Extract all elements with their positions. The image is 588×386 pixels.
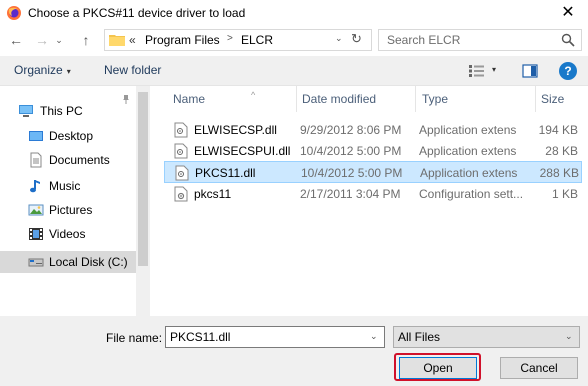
folder-icon: [109, 35, 125, 46]
file-size: 28 KB: [545, 144, 578, 158]
firefox-icon: [7, 6, 21, 20]
dll-file-icon: [175, 165, 189, 181]
column-divider[interactable]: [535, 86, 536, 112]
file-type: Configuration sett...: [419, 187, 524, 201]
back-button[interactable]: ←: [6, 30, 26, 50]
chevron-down-icon[interactable]: ⌄: [335, 33, 343, 44]
file-type: Application extens: [419, 144, 517, 158]
sidebar-item-label: Desktop: [49, 129, 94, 143]
file-type: Application extens: [419, 123, 517, 137]
dll-file-icon: [174, 122, 188, 138]
file-size: 194 KB: [538, 123, 578, 137]
close-button[interactable]: ✕: [548, 0, 588, 26]
navigation-bar: ← → ⌄ ↑ « Program Files > ELCR ⌄ ↻ Searc…: [0, 26, 588, 56]
organize-button[interactable]: Organize ▾: [14, 63, 71, 77]
file-name-label: File name:: [106, 331, 163, 345]
file-row-selected[interactable]: PKCS11.dll 10/4/2012 5:00 PM Application…: [164, 161, 582, 183]
view-options-icon[interactable]: [468, 64, 486, 78]
file-date: 10/4/2012 5:00 PM: [300, 144, 402, 158]
file-list: Name ^ Date modified Type Size ELWISECSP.…: [150, 86, 588, 316]
file-size: 288 KB: [539, 166, 579, 180]
chevron-down-icon[interactable]: ⌄: [370, 331, 378, 342]
file-date: 9/29/2012 8:06 PM: [300, 123, 402, 137]
view-dropdown-icon[interactable]: ▾: [492, 65, 496, 74]
sidebar-item-label: Videos: [49, 227, 86, 241]
sidebar-item-documents[interactable]: Documents: [0, 149, 136, 171]
breadcrumb-program-files[interactable]: Program Files: [145, 33, 220, 47]
file-row[interactable]: pkcs11 2/17/2011 3:04 PM Configuration s…: [164, 183, 582, 205]
file-size: 1 KB: [551, 187, 578, 201]
sort-ascending-icon: ^: [251, 90, 256, 100]
column-divider[interactable]: [296, 86, 297, 112]
sidebar-scrollbar[interactable]: [136, 86, 150, 316]
preview-pane-icon[interactable]: [522, 63, 538, 79]
sidebar-item-pictures[interactable]: Pictures: [0, 199, 136, 221]
open-button[interactable]: Open: [399, 357, 477, 379]
search-icon: [561, 33, 575, 47]
sidebar-item-label: This PC: [40, 104, 83, 118]
refresh-icon[interactable]: ↻: [351, 31, 362, 47]
file-date: 10/4/2012 5:00 PM: [301, 166, 403, 180]
file-type-select[interactable]: All Files ⌄: [393, 326, 580, 348]
file-name: PKCS11.dll: [195, 166, 256, 180]
file-row[interactable]: ELWISECSP.dll 9/29/2012 8:06 PM Applicat…: [164, 119, 582, 141]
breadcrumb-elcr[interactable]: ELCR: [241, 33, 273, 47]
column-label: Name: [173, 92, 206, 106]
file-row[interactable]: ELWISECSPUI.dll 10/4/2012 5:00 PM Applic…: [164, 140, 582, 162]
drive-icon: [28, 258, 44, 267]
sidebar-item-label: Documents: [49, 153, 110, 167]
search-box[interactable]: Search ELCR: [378, 29, 582, 51]
command-bar: Organize ▾ New folder ▾ ?: [0, 56, 588, 86]
pictures-folder-icon: [28, 204, 44, 216]
music-icon: [30, 180, 40, 193]
dll-file-icon: [174, 143, 188, 159]
recent-locations-button[interactable]: ⌄: [52, 30, 66, 50]
window-title: Choose a PKCS#11 device driver to load: [28, 6, 246, 20]
file-name-value[interactable]: PKCS11.dll: [170, 330, 230, 344]
sidebar-item-music[interactable]: Music: [0, 175, 136, 197]
column-header-date-modified[interactable]: Date modified: [302, 92, 376, 106]
organize-label: Organize: [14, 63, 63, 77]
config-file-icon: [174, 186, 188, 202]
file-date: 2/17/2011 3:04 PM: [300, 187, 401, 201]
file-type-value: All Files: [398, 330, 441, 344]
sidebar-item-local-disk[interactable]: Local Disk (C:): [0, 251, 136, 273]
breadcrumb-overflow[interactable]: «: [129, 33, 136, 47]
scrollbar-thumb[interactable]: [138, 92, 148, 266]
caret-down-icon: ▾: [66, 67, 71, 76]
file-name: ELWISECSP.dll: [194, 123, 277, 137]
cancel-button[interactable]: Cancel: [500, 357, 578, 379]
column-header-type[interactable]: Type: [422, 92, 448, 106]
videos-folder-icon: [29, 228, 43, 240]
sidebar-item-label: Music: [49, 179, 81, 193]
pc-icon: [19, 105, 33, 117]
search-input[interactable]: Search ELCR: [387, 33, 460, 47]
address-bar[interactable]: « Program Files > ELCR ⌄ ↻: [104, 29, 372, 51]
file-type: Application extens: [420, 166, 518, 180]
file-name: pkcs11: [194, 187, 232, 201]
file-name: ELWISECSPUI.dll: [194, 144, 291, 158]
file-name-field[interactable]: PKCS11.dll ⌄: [165, 326, 385, 348]
navigation-pane: This PC Desktop Documents Music Pictures: [0, 86, 150, 316]
sidebar-item-this-pc[interactable]: This PC: [0, 100, 136, 122]
dialog-footer: File name: PKCS11.dll ⌄ All Files ⌄ Open…: [0, 316, 588, 386]
desktop-folder-icon: [29, 131, 43, 141]
sidebar-item-label: Local Disk (C:): [49, 255, 128, 269]
column-header-name[interactable]: Name ^: [173, 90, 255, 106]
breadcrumb-separator[interactable]: >: [227, 33, 233, 44]
sidebar-item-videos[interactable]: Videos: [0, 223, 136, 245]
column-header-size[interactable]: Size: [541, 92, 564, 106]
column-divider[interactable]: [415, 86, 416, 112]
documents-folder-icon: [30, 152, 42, 168]
new-folder-button[interactable]: New folder: [104, 63, 161, 77]
chevron-down-icon[interactable]: ⌄: [565, 331, 573, 342]
title-bar: Choose a PKCS#11 device driver to load ✕: [0, 0, 588, 26]
up-button[interactable]: ↑: [76, 30, 96, 50]
help-icon[interactable]: ?: [559, 62, 577, 80]
forward-button[interactable]: →: [32, 30, 52, 50]
sidebar-item-label: Pictures: [49, 203, 93, 217]
sidebar-item-desktop[interactable]: Desktop: [0, 125, 136, 147]
